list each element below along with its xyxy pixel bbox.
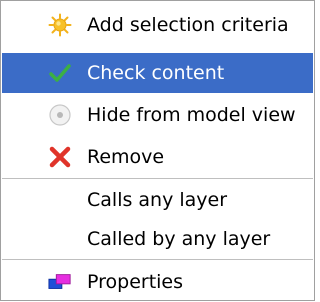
menu-separator xyxy=(2,259,313,260)
menu-item-add-selection-criteria[interactable]: Add selection criteria xyxy=(2,5,313,45)
checkmark-icon xyxy=(48,61,72,85)
menu-item-label: Calls any layer xyxy=(87,189,228,211)
menu-item-hide-from-model-view[interactable]: Hide from model view xyxy=(2,95,313,135)
menu-item-label: Properties xyxy=(87,271,184,293)
menu-item-label: Called by any layer xyxy=(87,228,271,250)
menu-item-label: Add selection criteria xyxy=(87,14,289,36)
menu-separator xyxy=(2,178,313,179)
menu-item-calls-any-layer[interactable]: Calls any layer xyxy=(2,180,313,220)
menu-item-label: Remove xyxy=(87,146,165,168)
hide-icon xyxy=(48,103,72,127)
menu-item-called-by-any-layer[interactable]: Called by any layer xyxy=(2,219,313,259)
sun-icon xyxy=(48,13,72,37)
menu-item-label: Hide from model view xyxy=(87,104,296,126)
menu-item-label: Check content xyxy=(87,62,225,84)
menu-item-properties[interactable]: Properties xyxy=(2,262,313,302)
red-x-icon xyxy=(48,145,72,169)
menu-item-check-content[interactable]: Check content xyxy=(2,53,313,93)
context-menu: Add selection criteria Check content Hid… xyxy=(0,0,315,301)
menu-item-remove[interactable]: Remove xyxy=(2,137,313,177)
properties-icon xyxy=(48,270,72,294)
